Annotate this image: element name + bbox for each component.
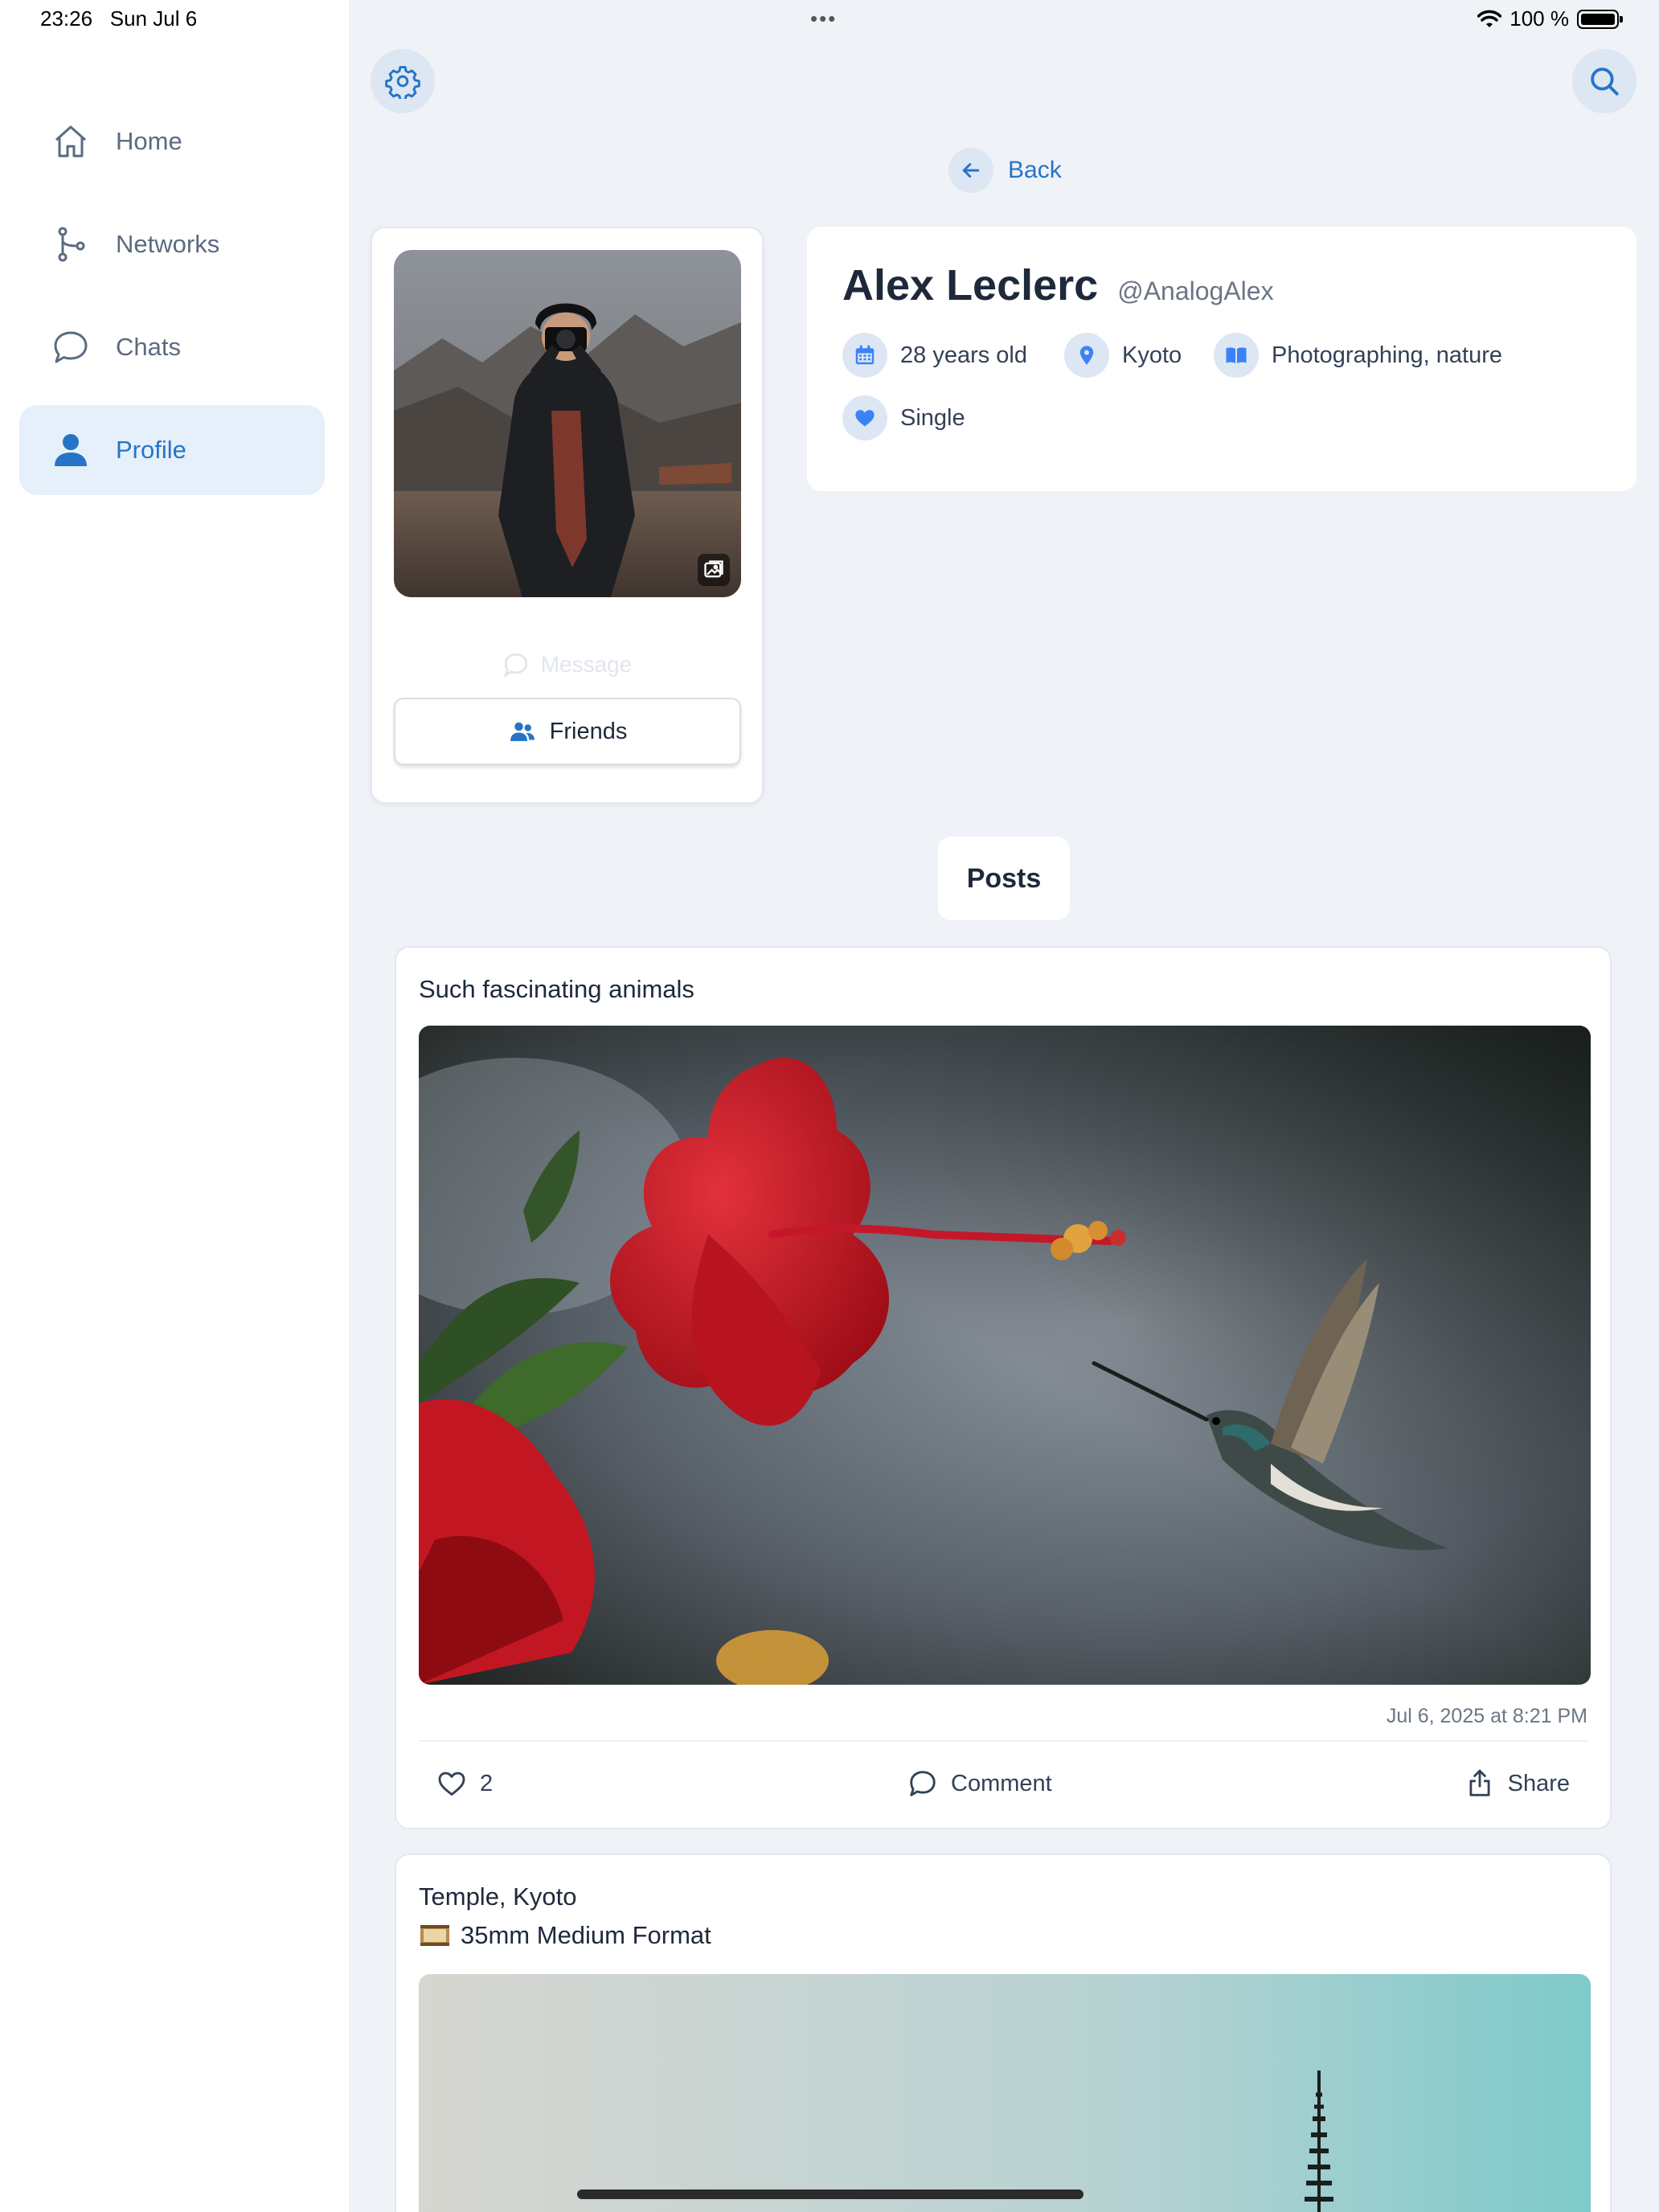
location-detail: Kyoto [1064, 333, 1182, 378]
sidebar: Home Networks Chats Profile [0, 0, 349, 2212]
calendar-icon [842, 333, 887, 378]
sidebar-item-label: Networks [116, 230, 220, 258]
network-icon [50, 223, 92, 265]
relationship-detail: Single [842, 395, 965, 440]
profile-name: Alex Leclerc [842, 261, 1099, 309]
status-right: 100 % [1477, 6, 1623, 31]
person-icon [50, 429, 92, 471]
sidebar-item-profile[interactable]: Profile [19, 405, 325, 495]
message-label: Message [540, 652, 633, 677]
sidebar-item-label: Chats [116, 333, 181, 361]
post-card: Such fascinating animals Jul 6, 2025 at … [395, 946, 1612, 1829]
back-label: Back [1008, 157, 1062, 183]
comment-button[interactable]: Comment [907, 1761, 1052, 1806]
post-title: Temple, Kyoto [419, 1882, 577, 1911]
home-indicator[interactable] [577, 2189, 1083, 2199]
name-row: Alex Leclerc @AnalogAlex [842, 260, 1274, 310]
chat-bubble-icon [503, 653, 527, 678]
share-icon [1469, 1769, 1490, 1796]
sidebar-nav: Home Networks Chats Profile [19, 96, 325, 508]
post-image[interactable] [419, 1974, 1591, 2212]
battery-icon [1577, 9, 1623, 29]
profile-photo-card: Message Friends [371, 227, 764, 804]
search-button[interactable] [1572, 49, 1636, 113]
share-button[interactable]: Share [1464, 1761, 1570, 1806]
heart-outline-icon [438, 1772, 465, 1796]
comment-icon [910, 1771, 936, 1796]
multitask-dots[interactable]: ••• [810, 6, 837, 31]
book-icon [1214, 333, 1259, 378]
sidebar-item-networks[interactable]: Networks [19, 199, 325, 289]
arrow-left-icon [948, 148, 993, 193]
people-icon [510, 722, 535, 741]
sidebar-item-home[interactable]: Home [19, 96, 325, 186]
profile-info-card: Alex Leclerc @AnalogAlex 28 years old Ky… [807, 227, 1636, 491]
wifi-icon [1477, 10, 1502, 27]
profile-handle: @AnalogAlex [1117, 276, 1274, 305]
film-icon [420, 1925, 449, 1946]
location-text: Kyoto [1122, 342, 1182, 368]
friends-button[interactable]: Friends [394, 698, 741, 765]
map-pin-icon [1064, 333, 1109, 378]
settings-button[interactable] [371, 49, 435, 113]
heart-icon [842, 395, 887, 440]
chat-bubble-icon [50, 326, 92, 368]
sidebar-item-label: Profile [116, 436, 186, 464]
sidebar-item-chats[interactable]: Chats [19, 302, 325, 392]
age-detail: 28 years old [842, 333, 1027, 378]
like-count: 2 [480, 1770, 494, 1796]
home-icon [50, 121, 92, 162]
post-subtitle: 35mm Medium Format [419, 1921, 711, 1950]
interests-detail: Photographing, nature [1214, 333, 1502, 378]
interests-text: Photographing, nature [1272, 342, 1502, 368]
profile-photo[interactable] [394, 250, 741, 597]
status-time: 23:26 Sun Jul 6 [40, 6, 198, 31]
post-image[interactable] [419, 1026, 1591, 1685]
friends-label: Friends [549, 718, 628, 744]
post-timestamp: Jul 6, 2025 at 8:21 PM [1386, 1705, 1587, 1727]
status-bar: 23:26 Sun Jul 6 ••• 100 % [0, 0, 1659, 39]
tab-posts[interactable]: Posts [938, 837, 1070, 920]
like-button[interactable]: 2 [436, 1761, 493, 1806]
battery-percent: 100 % [1509, 6, 1569, 31]
comment-label: Comment [951, 1770, 1052, 1796]
gallery-icon[interactable] [698, 554, 730, 586]
post-subtitle-text: 35mm Medium Format [461, 1921, 711, 1949]
post-card: Temple, Kyoto 35mm Medium Format [395, 1854, 1612, 2212]
message-button[interactable]: Message [372, 651, 762, 678]
share-label: Share [1507, 1770, 1570, 1796]
relationship-text: Single [900, 404, 965, 431]
sidebar-item-label: Home [116, 127, 182, 155]
gear-icon [385, 66, 420, 99]
divider [419, 1740, 1587, 1742]
back-button[interactable]: Back [948, 148, 1062, 193]
search-icon [1591, 68, 1619, 96]
post-title: Such fascinating animals [419, 975, 694, 1003]
age-text: 28 years old [900, 342, 1027, 368]
